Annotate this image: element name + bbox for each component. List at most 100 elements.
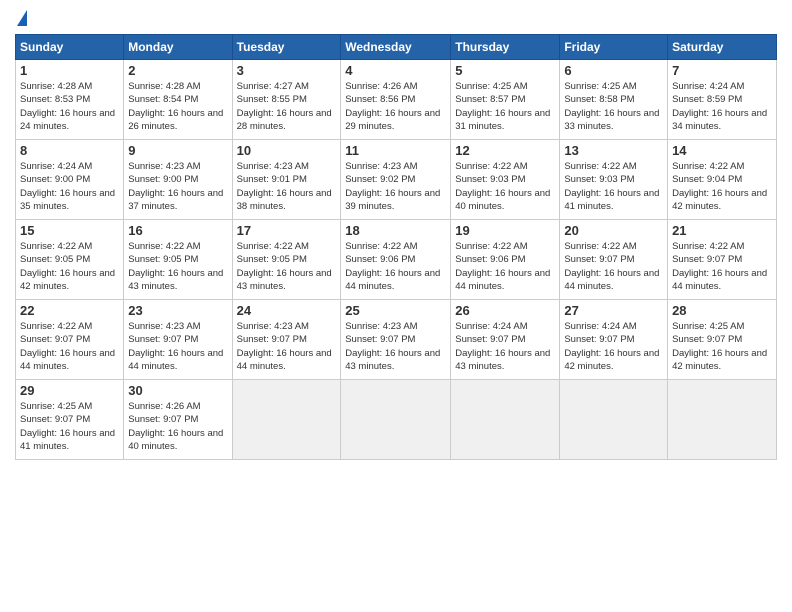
day-cell: 15 Sunrise: 4:22 AMSunset: 9:05 PMDaylig… xyxy=(16,220,124,300)
day-cell: 20 Sunrise: 4:22 AMSunset: 9:07 PMDaylig… xyxy=(560,220,668,300)
day-detail: Sunrise: 4:23 AMSunset: 9:07 PMDaylight:… xyxy=(345,321,440,372)
day-cell: 11 Sunrise: 4:23 AMSunset: 9:02 PMDaylig… xyxy=(341,140,451,220)
day-cell: 16 Sunrise: 4:22 AMSunset: 9:05 PMDaylig… xyxy=(124,220,232,300)
day-number: 3 xyxy=(237,63,337,78)
day-cell: 3 Sunrise: 4:27 AMSunset: 8:55 PMDayligh… xyxy=(232,60,341,140)
day-cell: 23 Sunrise: 4:23 AMSunset: 9:07 PMDaylig… xyxy=(124,300,232,380)
weekday-header: Sunday xyxy=(16,35,124,60)
page-container: SundayMondayTuesdayWednesdayThursdayFrid… xyxy=(0,0,792,470)
day-cell: 25 Sunrise: 4:23 AMSunset: 9:07 PMDaylig… xyxy=(341,300,451,380)
day-number: 2 xyxy=(128,63,227,78)
day-number: 5 xyxy=(455,63,555,78)
day-detail: Sunrise: 4:22 AMSunset: 9:03 PMDaylight:… xyxy=(455,161,550,212)
day-detail: Sunrise: 4:23 AMSunset: 9:00 PMDaylight:… xyxy=(128,161,223,212)
day-number: 10 xyxy=(237,143,337,158)
day-detail: Sunrise: 4:27 AMSunset: 8:55 PMDaylight:… xyxy=(237,81,332,132)
day-cell: 14 Sunrise: 4:22 AMSunset: 9:04 PMDaylig… xyxy=(668,140,777,220)
day-number: 7 xyxy=(672,63,772,78)
day-number: 18 xyxy=(345,223,446,238)
day-number: 30 xyxy=(128,383,227,398)
day-number: 29 xyxy=(20,383,119,398)
day-detail: Sunrise: 4:25 AMSunset: 8:58 PMDaylight:… xyxy=(564,81,659,132)
day-number: 27 xyxy=(564,303,663,318)
day-detail: Sunrise: 4:22 AMSunset: 9:06 PMDaylight:… xyxy=(345,241,440,292)
day-detail: Sunrise: 4:28 AMSunset: 8:53 PMDaylight:… xyxy=(20,81,115,132)
day-number: 16 xyxy=(128,223,227,238)
day-number: 20 xyxy=(564,223,663,238)
day-detail: Sunrise: 4:23 AMSunset: 9:02 PMDaylight:… xyxy=(345,161,440,212)
day-number: 1 xyxy=(20,63,119,78)
day-cell xyxy=(451,380,560,460)
week-row: 22 Sunrise: 4:22 AMSunset: 9:07 PMDaylig… xyxy=(16,300,777,380)
day-detail: Sunrise: 4:22 AMSunset: 9:04 PMDaylight:… xyxy=(672,161,767,212)
day-detail: Sunrise: 4:23 AMSunset: 9:07 PMDaylight:… xyxy=(237,321,332,372)
day-number: 11 xyxy=(345,143,446,158)
day-detail: Sunrise: 4:22 AMSunset: 9:05 PMDaylight:… xyxy=(20,241,115,292)
week-row: 29 Sunrise: 4:25 AMSunset: 9:07 PMDaylig… xyxy=(16,380,777,460)
week-row: 15 Sunrise: 4:22 AMSunset: 9:05 PMDaylig… xyxy=(16,220,777,300)
day-cell: 9 Sunrise: 4:23 AMSunset: 9:00 PMDayligh… xyxy=(124,140,232,220)
day-number: 17 xyxy=(237,223,337,238)
day-number: 22 xyxy=(20,303,119,318)
day-cell: 17 Sunrise: 4:22 AMSunset: 9:05 PMDaylig… xyxy=(232,220,341,300)
day-detail: Sunrise: 4:25 AMSunset: 9:07 PMDaylight:… xyxy=(20,401,115,452)
day-detail: Sunrise: 4:25 AMSunset: 8:57 PMDaylight:… xyxy=(455,81,550,132)
week-row: 8 Sunrise: 4:24 AMSunset: 9:00 PMDayligh… xyxy=(16,140,777,220)
day-detail: Sunrise: 4:24 AMSunset: 9:00 PMDaylight:… xyxy=(20,161,115,212)
day-number: 12 xyxy=(455,143,555,158)
day-cell: 2 Sunrise: 4:28 AMSunset: 8:54 PMDayligh… xyxy=(124,60,232,140)
weekday-header: Friday xyxy=(560,35,668,60)
weekday-header: Saturday xyxy=(668,35,777,60)
day-cell: 21 Sunrise: 4:22 AMSunset: 9:07 PMDaylig… xyxy=(668,220,777,300)
day-cell: 18 Sunrise: 4:22 AMSunset: 9:06 PMDaylig… xyxy=(341,220,451,300)
day-cell: 4 Sunrise: 4:26 AMSunset: 8:56 PMDayligh… xyxy=(341,60,451,140)
day-number: 21 xyxy=(672,223,772,238)
day-number: 25 xyxy=(345,303,446,318)
day-number: 23 xyxy=(128,303,227,318)
day-cell: 22 Sunrise: 4:22 AMSunset: 9:07 PMDaylig… xyxy=(16,300,124,380)
day-cell: 13 Sunrise: 4:22 AMSunset: 9:03 PMDaylig… xyxy=(560,140,668,220)
day-cell: 6 Sunrise: 4:25 AMSunset: 8:58 PMDayligh… xyxy=(560,60,668,140)
day-detail: Sunrise: 4:22 AMSunset: 9:05 PMDaylight:… xyxy=(128,241,223,292)
day-number: 9 xyxy=(128,143,227,158)
day-detail: Sunrise: 4:26 AMSunset: 9:07 PMDaylight:… xyxy=(128,401,223,452)
header xyxy=(15,10,777,28)
day-number: 19 xyxy=(455,223,555,238)
day-detail: Sunrise: 4:24 AMSunset: 8:59 PMDaylight:… xyxy=(672,81,767,132)
day-cell: 29 Sunrise: 4:25 AMSunset: 9:07 PMDaylig… xyxy=(16,380,124,460)
day-cell xyxy=(341,380,451,460)
day-detail: Sunrise: 4:22 AMSunset: 9:03 PMDaylight:… xyxy=(564,161,659,212)
day-cell: 12 Sunrise: 4:22 AMSunset: 9:03 PMDaylig… xyxy=(451,140,560,220)
weekday-header: Thursday xyxy=(451,35,560,60)
logo xyxy=(15,10,27,28)
day-number: 28 xyxy=(672,303,772,318)
day-number: 14 xyxy=(672,143,772,158)
logo-triangle-icon xyxy=(17,10,27,26)
day-cell: 19 Sunrise: 4:22 AMSunset: 9:06 PMDaylig… xyxy=(451,220,560,300)
day-cell: 8 Sunrise: 4:24 AMSunset: 9:00 PMDayligh… xyxy=(16,140,124,220)
weekday-header: Wednesday xyxy=(341,35,451,60)
day-detail: Sunrise: 4:24 AMSunset: 9:07 PMDaylight:… xyxy=(455,321,550,372)
day-detail: Sunrise: 4:28 AMSunset: 8:54 PMDaylight:… xyxy=(128,81,223,132)
day-cell: 24 Sunrise: 4:23 AMSunset: 9:07 PMDaylig… xyxy=(232,300,341,380)
day-cell: 28 Sunrise: 4:25 AMSunset: 9:07 PMDaylig… xyxy=(668,300,777,380)
day-detail: Sunrise: 4:22 AMSunset: 9:06 PMDaylight:… xyxy=(455,241,550,292)
day-detail: Sunrise: 4:24 AMSunset: 9:07 PMDaylight:… xyxy=(564,321,659,372)
day-number: 4 xyxy=(345,63,446,78)
day-number: 24 xyxy=(237,303,337,318)
day-cell: 10 Sunrise: 4:23 AMSunset: 9:01 PMDaylig… xyxy=(232,140,341,220)
day-detail: Sunrise: 4:22 AMSunset: 9:07 PMDaylight:… xyxy=(564,241,659,292)
day-number: 13 xyxy=(564,143,663,158)
day-number: 8 xyxy=(20,143,119,158)
day-cell: 7 Sunrise: 4:24 AMSunset: 8:59 PMDayligh… xyxy=(668,60,777,140)
weekday-header: Monday xyxy=(124,35,232,60)
day-cell: 27 Sunrise: 4:24 AMSunset: 9:07 PMDaylig… xyxy=(560,300,668,380)
calendar-table: SundayMondayTuesdayWednesdayThursdayFrid… xyxy=(15,34,777,460)
day-cell xyxy=(560,380,668,460)
day-detail: Sunrise: 4:23 AMSunset: 9:01 PMDaylight:… xyxy=(237,161,332,212)
day-detail: Sunrise: 4:26 AMSunset: 8:56 PMDaylight:… xyxy=(345,81,440,132)
day-detail: Sunrise: 4:22 AMSunset: 9:07 PMDaylight:… xyxy=(20,321,115,372)
day-cell xyxy=(668,380,777,460)
day-number: 26 xyxy=(455,303,555,318)
day-cell: 1 Sunrise: 4:28 AMSunset: 8:53 PMDayligh… xyxy=(16,60,124,140)
